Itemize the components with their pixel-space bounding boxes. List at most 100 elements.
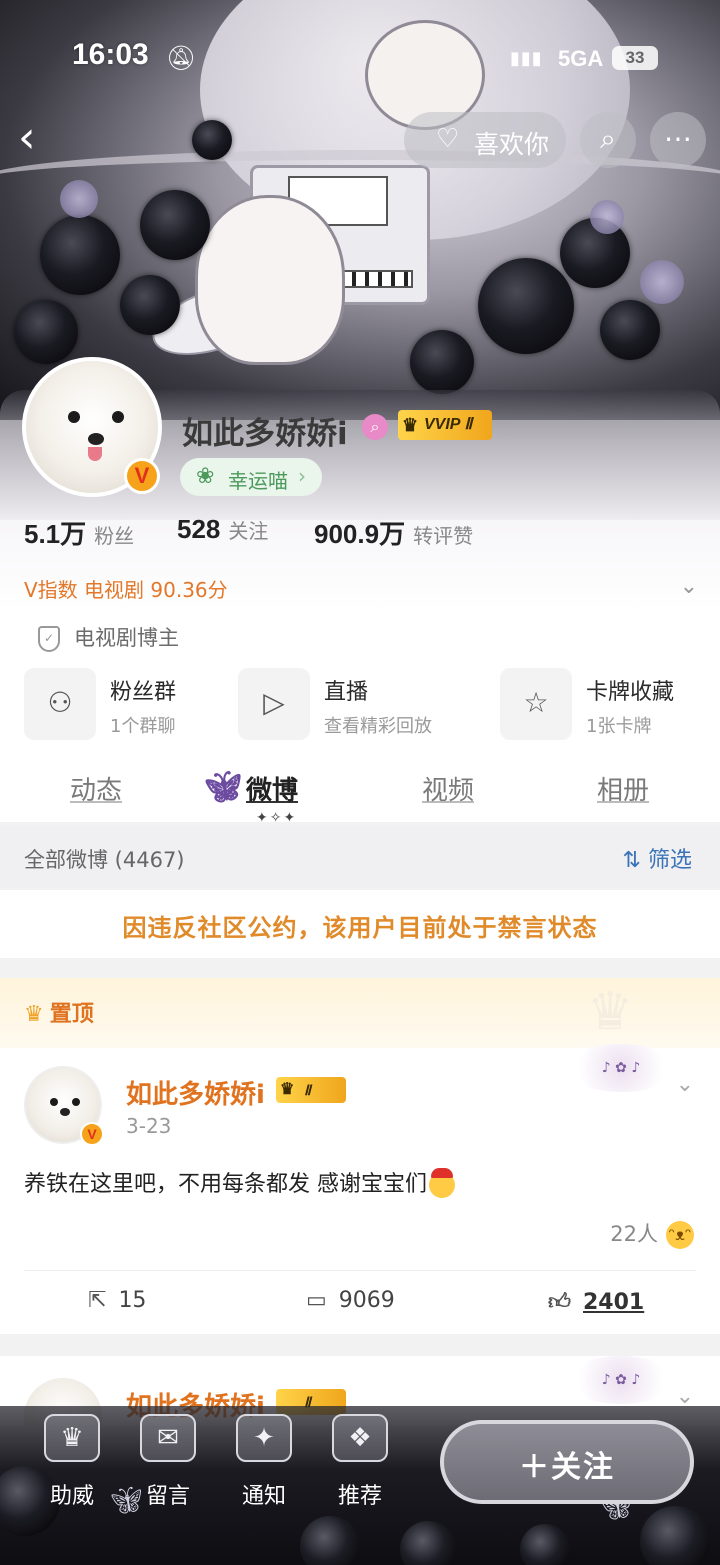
gift-icon: ❖ — [332, 1414, 388, 1462]
stat-engagement-value: 900.9万 — [314, 519, 406, 549]
network-type: 5GA — [558, 46, 604, 71]
sticker-decoration: ♪ ✿ ♪ — [566, 1356, 676, 1404]
notify-button[interactable]: ✦ 通知 — [224, 1414, 304, 1514]
vip-badge[interactable]: ♛ Ⅱ — [276, 1077, 346, 1103]
sparkle-decoration-icon: ✦✧✦ — [256, 810, 298, 826]
filter-bar: 全部微博 (4467) ⇅ 筛选 — [0, 826, 720, 888]
filter-button[interactable]: ⇅ 筛选 — [623, 842, 692, 874]
post-date: 3-23 — [126, 1114, 172, 1138]
message-label: 留言 — [145, 1484, 190, 1509]
post-author[interactable]: 如此多娇娇i — [126, 1074, 265, 1111]
search-button[interactable]: ⌕ — [580, 112, 636, 168]
rose-decoration — [120, 275, 180, 335]
rose-decoration — [14, 300, 78, 364]
signal-icon: ▮▮▮ — [510, 48, 543, 69]
cat-icon: ❀ — [196, 464, 215, 489]
rose-decoration — [640, 1506, 710, 1565]
chevron-down-icon[interactable]: ⌄ — [676, 1072, 694, 1097]
crown-decoration-icon: ♛ — [586, 982, 634, 1042]
rose-decoration — [600, 300, 660, 360]
pinned-tag: ♛ 置顶 — [24, 996, 94, 1028]
more-button[interactable]: ⋯ — [650, 112, 706, 168]
filter-label: 筛选 — [647, 848, 692, 873]
crown-icon: ♛ — [402, 415, 419, 435]
lucky-tag[interactable]: ❀ 幸运喵 › — [180, 458, 322, 496]
v-index-row[interactable]: V指数 电视剧 90.36分 ⌄ — [24, 574, 700, 604]
flower-decoration — [640, 260, 684, 304]
comment-count: 9069 — [338, 1288, 395, 1313]
rose-decoration — [300, 1516, 360, 1565]
recommend-label: 推荐 — [337, 1484, 382, 1509]
comment-icon: ▭ — [306, 1288, 327, 1313]
all-posts-label[interactable]: 全部微博 (4467) — [24, 844, 185, 874]
avatar-eye — [50, 1098, 58, 1106]
tab-album[interactable]: 相册 — [597, 770, 649, 807]
certification-label: 电视剧博主 — [74, 626, 179, 650]
bottom-action-bar: 🦋︎ 🦋︎ ♛ 助威 ✉ 留言 ✦ 通知 ❖ 推荐 ＋关注 — [0, 1406, 720, 1565]
avatar-nose — [60, 1108, 70, 1116]
crown-icon: ♛ — [280, 1081, 295, 1098]
rose-decoration — [410, 330, 474, 394]
like-count: 2401 — [583, 1290, 645, 1315]
feature-title: 粉丝群 — [110, 680, 177, 705]
trophy-icon: ♛ — [44, 1414, 100, 1462]
tab-feed[interactable]: 动态 — [70, 770, 122, 807]
back-chevron-icon[interactable]: ‹ — [18, 116, 58, 162]
chevron-down-icon[interactable]: ⌄ — [680, 574, 698, 599]
cheer-label: 助威 — [49, 1484, 94, 1509]
rose-decoration — [520, 1524, 570, 1565]
post-text[interactable]: 养铁在这里吧，不用每条都发 感谢宝宝们 — [24, 1166, 455, 1198]
lucky-label: 幸运喵 — [228, 469, 288, 493]
sticker-decoration: ♪ ✿ ♪ — [566, 1044, 676, 1092]
card-icon: ☆ — [500, 668, 572, 740]
comment-button[interactable]: ▭ 9069 — [306, 1288, 395, 1313]
reaction-summary[interactable]: 22人 ᵔᴥᵔ — [610, 1218, 694, 1249]
profile-username: 如此多娇娇i — [182, 416, 348, 452]
reaction-count: 22人 — [610, 1222, 658, 1246]
banned-notice: 因违反社区公约，该用户目前处于禁言状态 — [0, 890, 720, 958]
recommend-button[interactable]: ❖ 推荐 — [320, 1414, 400, 1514]
verified-badge-icon: V — [124, 458, 160, 494]
feature-subtitle: 1张卡牌 — [586, 716, 652, 737]
certification-row: ✓ 电视剧博主 — [38, 622, 179, 652]
verified-badge-icon: V — [80, 1122, 104, 1146]
pinned-post-card[interactable]: ♛ 置顶 ♛ ♪ ✿ ♪ V 如此多娇娇i ♛ Ⅱ 3-23 ⌄ 养铁在这里吧，不用… — [0, 978, 720, 1334]
avatar-eye — [112, 411, 124, 423]
avatar-tongue — [88, 447, 102, 461]
stat-following[interactable]: 528 关注 — [177, 514, 268, 545]
shield-icon: ✓ — [38, 626, 60, 652]
stat-engagement[interactable]: 900.9万 转评赞 — [314, 514, 473, 551]
people-icon: ⚇ — [24, 668, 96, 740]
banned-notice-text: 因违反社区公约，该用户目前处于禁言状态 — [122, 914, 598, 942]
grin-emoji-icon: ᵔᴥᵔ — [666, 1221, 694, 1249]
rose-decoration — [40, 215, 120, 295]
like-post-button[interactable]: 👍︎ 2401 — [548, 1288, 644, 1315]
search-icon: ⌕ — [600, 122, 616, 155]
vvip-badge[interactable]: ♛ VVIP Ⅱ — [398, 410, 492, 440]
battery-indicator: 33 — [612, 46, 658, 70]
crown-icon: ♛ — [24, 1002, 44, 1027]
tab-weibo[interactable]: 🦋︎ 微博 ✦✧✦ — [204, 770, 298, 826]
name-search-icon[interactable]: ⌕ — [362, 414, 388, 440]
tab-video[interactable]: 视频 — [422, 770, 474, 807]
filter-icon: ⇅ — [622, 848, 648, 873]
like-button[interactable]: ♡ 喜欢你 — [404, 112, 566, 168]
more-dots-icon: ⋯ — [664, 122, 692, 155]
rose-decoration — [478, 258, 574, 354]
message-button[interactable]: ✉ 留言 — [128, 1414, 208, 1514]
post-text-content: 养铁在这里吧，不用每条都发 感谢宝宝们 — [24, 1172, 427, 1197]
follow-button[interactable]: ＋关注 — [440, 1420, 694, 1504]
scroll-icon: ✉ — [140, 1414, 196, 1462]
flower-decoration — [60, 180, 98, 218]
divider — [24, 1270, 696, 1271]
heart-icon: ♡ — [436, 124, 460, 154]
stat-followers[interactable]: 5.1万 粉丝 — [24, 514, 134, 551]
feature-subtitle: 查看精彩回放 — [324, 716, 432, 737]
smile-emoji-icon — [429, 1168, 455, 1198]
tv-icon: ▷ — [238, 668, 310, 740]
repost-button[interactable]: ⇱ 15 — [88, 1288, 146, 1313]
bell-icon: ✦ — [236, 1414, 292, 1462]
stat-following-value: 528 — [177, 514, 221, 544]
cheer-button[interactable]: ♛ 助威 — [32, 1414, 112, 1514]
stat-engagement-label: 转评赞 — [413, 524, 474, 548]
